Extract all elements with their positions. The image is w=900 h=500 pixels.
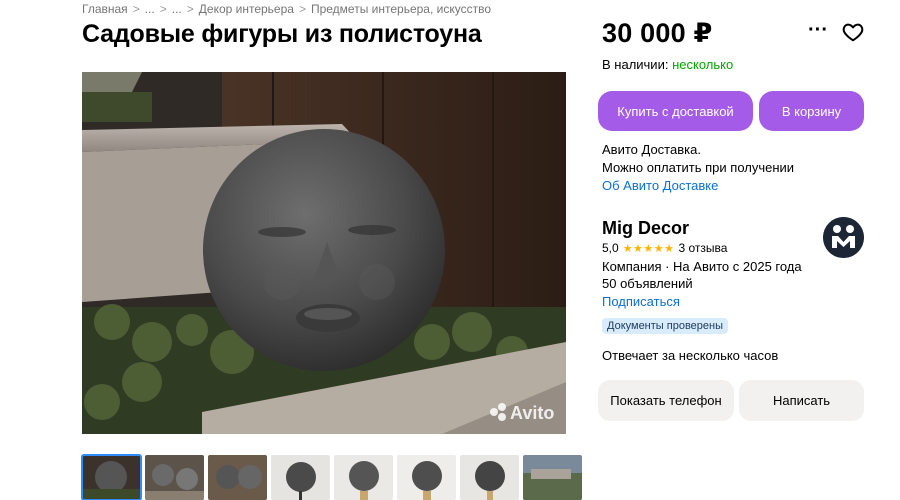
- delivery-info-link[interactable]: Об Авито Доставке: [602, 177, 794, 195]
- breadcrumb-interior-items[interactable]: Предметы интерьера, искусство: [311, 2, 491, 16]
- breadcrumb-collapsed-2[interactable]: ...: [172, 2, 182, 16]
- more-dots-icon[interactable]: ···: [806, 20, 830, 42]
- thumbnail[interactable]: [334, 455, 393, 500]
- availability-value: несколько: [672, 57, 734, 72]
- thumbnail[interactable]: [460, 455, 519, 500]
- write-message-button[interactable]: Написать: [739, 380, 864, 421]
- moon-face-sculpture-image: Avito: [82, 72, 566, 434]
- breadcrumb-separator: >: [298, 2, 306, 16]
- heart-icon[interactable]: [842, 21, 864, 43]
- subscribe-link[interactable]: Подписаться: [602, 294, 680, 309]
- seller-type: Компания · На Авито с 2025 года: [602, 259, 802, 274]
- delivery-line-1: Авито Доставка.: [602, 142, 701, 157]
- response-time: Отвечает за несколько часов: [602, 348, 779, 363]
- availability-label: В наличии:: [602, 57, 669, 72]
- breadcrumb-decor[interactable]: Декор интерьера: [199, 2, 294, 16]
- avito-watermark: Avito: [510, 403, 554, 423]
- main-photo[interactable]: Avito: [82, 72, 566, 434]
- thumbnail[interactable]: [208, 455, 267, 500]
- verified-documents-badge: Документы проверены: [602, 318, 729, 334]
- seller-rating: 5,0 ★★★★★ 3 отзыва: [602, 241, 727, 255]
- rating-stars-icon: ★★★★★: [622, 242, 675, 255]
- show-phone-button[interactable]: Показать телефон: [598, 380, 734, 421]
- breadcrumb-collapsed-1[interactable]: ...: [145, 2, 155, 16]
- thumbnail[interactable]: [145, 455, 204, 500]
- thumbnail[interactable]: [81, 454, 142, 500]
- delivery-info: Авито Доставка. Можно оплатить при получ…: [602, 141, 794, 195]
- reviews-count[interactable]: 3 отзыва: [679, 241, 728, 255]
- thumbnail-strip: [81, 454, 582, 500]
- thumbnail[interactable]: [397, 455, 456, 500]
- thumbnail[interactable]: [523, 455, 582, 500]
- rating-value: 5,0: [602, 241, 619, 255]
- breadcrumb: Главная > ... > ... > Декор интерьера > …: [82, 2, 491, 16]
- breadcrumb-separator: >: [132, 2, 140, 16]
- avatar[interactable]: [823, 217, 864, 258]
- seller-name[interactable]: Mig Decor: [602, 218, 689, 239]
- delivery-line-2: Можно оплатить при получении: [602, 160, 795, 175]
- price: 30 000 ₽: [602, 18, 713, 48]
- seller-logo-icon: [823, 217, 864, 258]
- breadcrumb-home[interactable]: Главная: [82, 2, 128, 16]
- thumbnail[interactable]: [271, 455, 330, 500]
- breadcrumb-separator: >: [159, 2, 167, 16]
- add-to-cart-button[interactable]: В корзину: [759, 91, 864, 131]
- buy-with-delivery-button[interactable]: Купить с доставкой: [598, 91, 753, 131]
- seller-listings[interactable]: 50 объявлений: [602, 276, 693, 291]
- availability: В наличии: несколько: [602, 57, 733, 72]
- page-title: Садовые фигуры из полистоуна: [82, 20, 482, 48]
- breadcrumb-separator: >: [186, 2, 194, 16]
